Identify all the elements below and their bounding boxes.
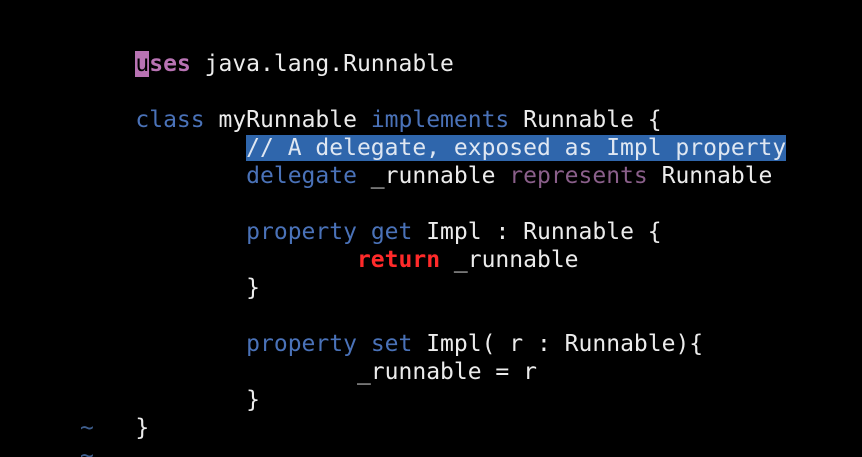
represents-keyword: represents [509, 163, 648, 189]
code-line-9[interactable]: } [80, 246, 260, 301]
code-line-14[interactable]: } [80, 386, 149, 441]
import-path: java.lang.Runnable [190, 51, 454, 77]
text-cursor: u [135, 51, 150, 77]
code-line-12[interactable]: _runnable = r [80, 330, 537, 385]
code-line-8[interactable]: return _runnable [80, 218, 579, 273]
code-line-3[interactable]: class myRunnable implements Runnable { [80, 78, 661, 133]
return-value: _runnable [440, 247, 579, 273]
code-editor[interactable]: uses java.lang.Runnable class myRunnable… [0, 0, 862, 457]
closing-brace: } [246, 275, 261, 301]
closing-brace: } [246, 387, 261, 413]
code-line-7[interactable]: property get Impl : Runnable { [80, 190, 661, 245]
type-name: Runnable [647, 163, 773, 189]
empty-line-marker: ~ [80, 415, 94, 441]
empty-line-marker: ~ [80, 443, 94, 457]
code-line-4[interactable]: // A delegate, exposed as Impl property [80, 106, 787, 161]
field-name: _runnable [356, 163, 510, 189]
return-keyword: return [356, 247, 441, 273]
delegate-keyword: delegate [246, 163, 357, 189]
assignment-statement: _runnable = r [356, 359, 537, 385]
code-line-11[interactable]: property set Impl( r : Runnable){ [80, 302, 703, 357]
code-line-5[interactable]: delegate _runnable represents Runnable [80, 134, 772, 189]
code-line-1[interactable]: uses java.lang.Runnable [80, 22, 454, 77]
uses-keyword: ses [149, 51, 191, 77]
code-line-13[interactable]: } [80, 358, 260, 413]
class-closing-brace: } [135, 415, 150, 441]
